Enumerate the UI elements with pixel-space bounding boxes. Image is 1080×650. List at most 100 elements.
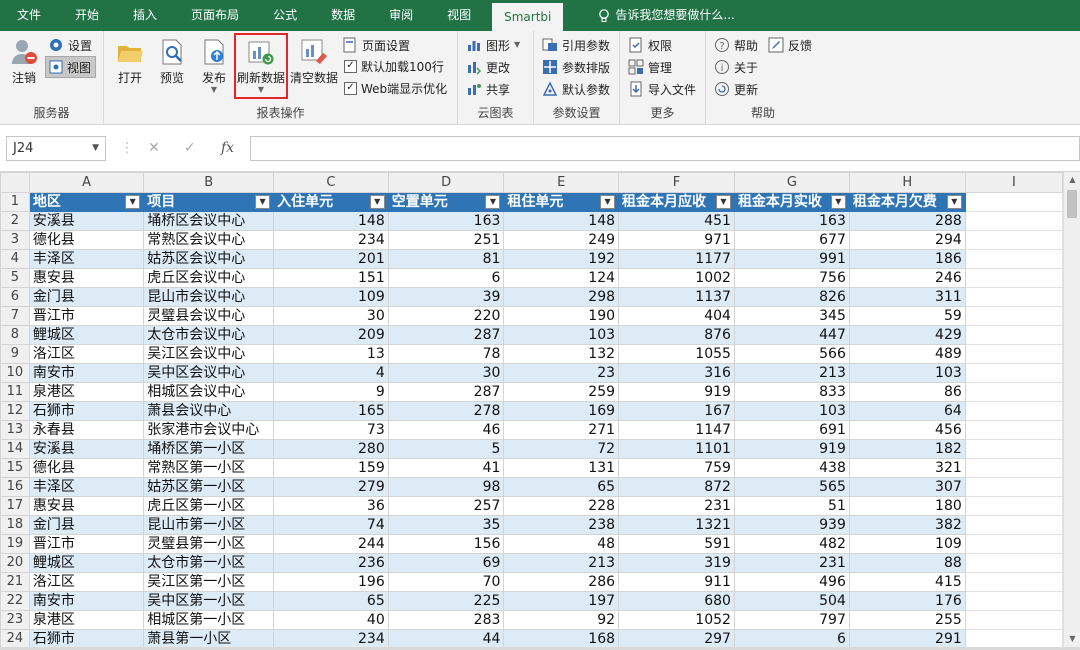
web-optimize-check[interactable]: ✓ — [344, 81, 357, 95]
view-button[interactable]: 视图 — [45, 56, 97, 78]
data-cell[interactable]: 238 — [503, 515, 620, 535]
row-number[interactable]: 18 — [0, 515, 30, 535]
web-optimize-checkbox[interactable]: ✓ Web端显示优化 — [344, 77, 447, 99]
data-cell[interactable]: 74 — [273, 515, 389, 535]
data-cell[interactable]: 259 — [503, 382, 620, 402]
column-header[interactable]: E — [503, 172, 620, 193]
data-cell[interactable]: 88 — [848, 553, 966, 573]
data-cell[interactable]: 231 — [733, 553, 850, 573]
data-cell[interactable]: 金门县 — [28, 287, 145, 307]
column-header[interactable]: A — [28, 172, 145, 193]
empty-cell[interactable] — [964, 268, 1063, 288]
data-cell[interactable]: 872 — [618, 477, 735, 497]
data-cell[interactable]: 415 — [848, 572, 966, 592]
data-cell[interactable]: 泉港区 — [28, 382, 145, 402]
data-cell[interactable]: 297 — [618, 629, 735, 647]
tab-view[interactable]: 视图 — [430, 0, 488, 31]
data-cell[interactable]: 236 — [273, 553, 389, 573]
cancel-icon[interactable]: ✕ — [148, 136, 160, 161]
empty-cell[interactable] — [964, 363, 1063, 383]
data-cell[interactable]: 德化县 — [28, 230, 145, 250]
permission-button[interactable]: 权限 — [628, 34, 672, 56]
data-cell[interactable]: 286 — [503, 572, 620, 592]
data-cell[interactable]: 438 — [733, 458, 850, 478]
data-cell[interactable]: 70 — [387, 572, 505, 592]
data-cell[interactable]: 163 — [387, 211, 505, 231]
data-cell[interactable]: 246 — [848, 268, 966, 288]
data-cell[interactable]: 13 — [273, 344, 389, 364]
data-cell[interactable]: 939 — [733, 515, 850, 535]
data-cell[interactable]: 73 — [273, 420, 389, 440]
row-number[interactable]: 23 — [0, 610, 30, 630]
data-cell[interactable]: 78 — [387, 344, 505, 364]
page-setup-button[interactable]: 页面设置 — [342, 34, 410, 56]
data-cell[interactable]: 131 — [503, 458, 620, 478]
data-cell[interactable]: 5 — [387, 439, 505, 459]
header-cell[interactable]: 租金本月实收 ▼ — [733, 192, 850, 212]
data-cell[interactable]: 虎丘区第一小区 — [143, 496, 275, 516]
chart-button[interactable]: 图形 ▼ — [466, 34, 520, 56]
data-cell[interactable]: 345 — [733, 306, 850, 326]
row-number[interactable]: 1 — [0, 192, 30, 212]
data-cell[interactable]: 429 — [848, 325, 966, 345]
data-cell[interactable]: 279 — [273, 477, 389, 497]
empty-cell[interactable] — [964, 610, 1063, 630]
data-cell[interactable]: 759 — [618, 458, 735, 478]
data-cell[interactable]: 876 — [618, 325, 735, 345]
column-header[interactable]: I — [964, 172, 1063, 193]
data-cell[interactable]: 昆山市会议中心 — [143, 287, 275, 307]
data-cell[interactable]: 4 — [273, 363, 389, 383]
data-cell[interactable]: 1137 — [618, 287, 735, 307]
data-cell[interactable]: 504 — [733, 591, 850, 611]
empty-cell[interactable] — [964, 572, 1063, 592]
clear-data-button[interactable]: 清空数据 — [288, 33, 340, 103]
data-cell[interactable]: 255 — [848, 610, 966, 630]
data-cell[interactable]: 金门县 — [28, 515, 145, 535]
name-box[interactable]: J24 ▼ — [6, 136, 106, 161]
data-cell[interactable]: 72 — [503, 439, 620, 459]
data-cell[interactable]: 167 — [618, 401, 735, 421]
data-cell[interactable]: 280 — [273, 439, 389, 459]
data-cell[interactable]: 192 — [503, 249, 620, 269]
open-button[interactable]: 打开 — [106, 33, 154, 103]
default-params-button[interactable]: 默认参数 — [542, 78, 610, 100]
row-number[interactable]: 5 — [0, 268, 30, 288]
row-number[interactable]: 24 — [0, 629, 30, 647]
chevron-down-icon[interactable]: ▼ — [92, 137, 99, 160]
function-icon[interactable]: fx — [221, 136, 234, 161]
data-cell[interactable]: 283 — [387, 610, 505, 630]
data-cell[interactable]: 109 — [848, 534, 966, 554]
select-all-corner[interactable] — [0, 172, 30, 193]
data-cell[interactable]: 201 — [273, 249, 389, 269]
filter-dropdown-icon[interactable]: ▼ — [830, 195, 846, 209]
logout-button[interactable]: 注销 — [3, 33, 45, 103]
header-cell[interactable]: 项目 ▼ — [143, 192, 275, 212]
empty-cell[interactable] — [964, 515, 1063, 535]
filter-dropdown-icon[interactable]: ▼ — [255, 195, 271, 209]
about-button[interactable]: i 关于 — [714, 56, 758, 78]
data-cell[interactable]: 691 — [733, 420, 850, 440]
help-button[interactable]: ? 帮助 — [714, 34, 758, 56]
empty-cell[interactable] — [964, 591, 1063, 611]
data-cell[interactable]: 103 — [733, 401, 850, 421]
row-number[interactable]: 14 — [0, 439, 30, 459]
data-cell[interactable]: 919 — [618, 382, 735, 402]
tab-review[interactable]: 审阅 — [372, 0, 430, 31]
data-cell[interactable]: 姑苏区第一小区 — [143, 477, 275, 497]
filter-dropdown-icon[interactable]: ▼ — [485, 195, 501, 209]
row-number[interactable]: 6 — [0, 287, 30, 307]
data-cell[interactable]: 316 — [618, 363, 735, 383]
filter-dropdown-icon[interactable]: ▼ — [600, 195, 616, 209]
tab-page-layout[interactable]: 页面布局 — [174, 0, 256, 31]
data-cell[interactable]: 680 — [618, 591, 735, 611]
data-cell[interactable]: 919 — [733, 439, 850, 459]
header-cell[interactable]: 入住单元 ▼ — [273, 192, 389, 212]
data-cell[interactable]: 40 — [273, 610, 389, 630]
data-cell[interactable]: 209 — [273, 325, 389, 345]
row-number[interactable]: 4 — [0, 249, 30, 269]
empty-cell[interactable] — [964, 477, 1063, 497]
column-header[interactable]: G — [733, 172, 850, 193]
data-cell[interactable]: 186 — [848, 249, 966, 269]
data-cell[interactable]: 244 — [273, 534, 389, 554]
data-cell[interactable]: 213 — [733, 363, 850, 383]
